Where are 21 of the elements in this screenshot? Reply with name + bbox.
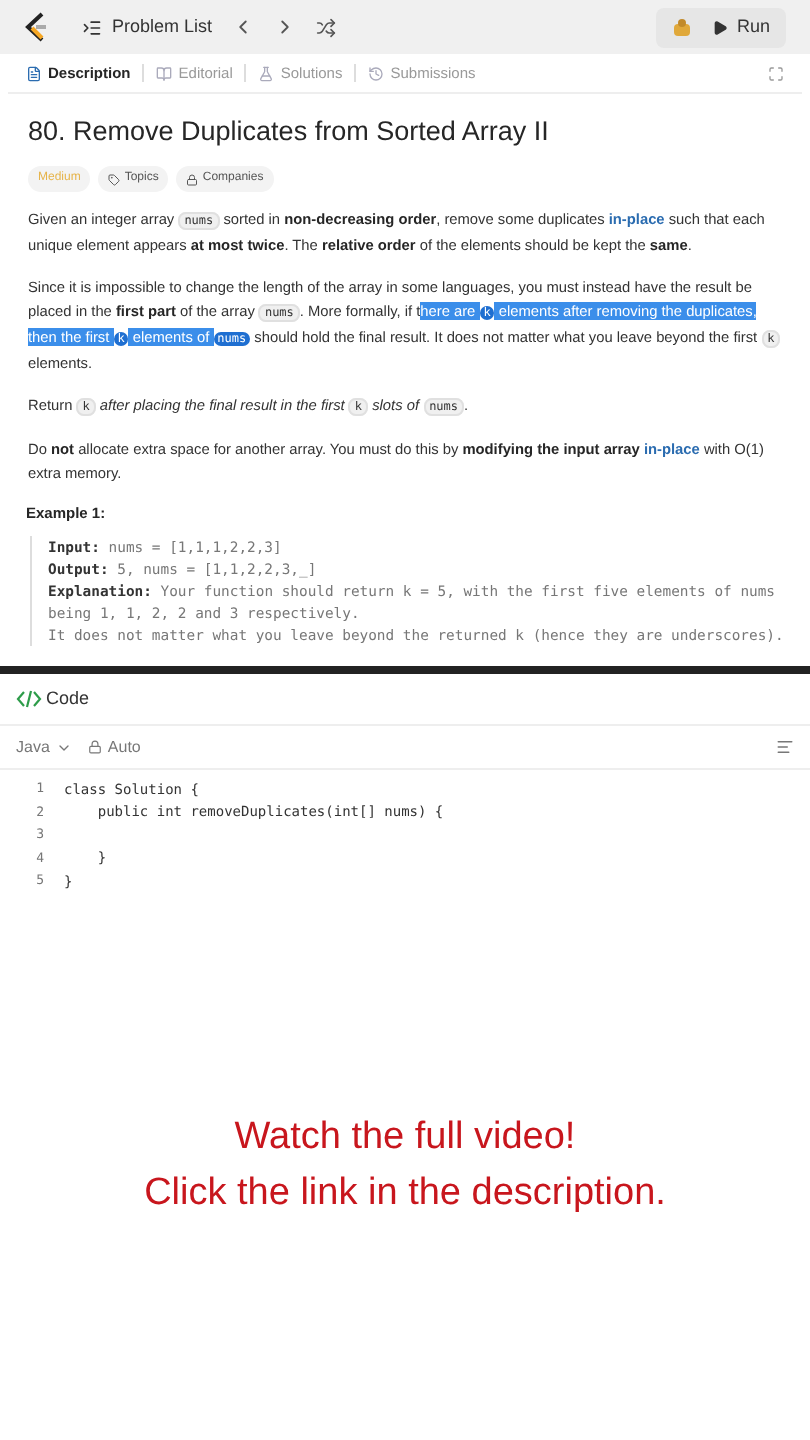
format-icon[interactable] — [776, 738, 794, 757]
tag-icon — [108, 173, 121, 185]
tab-icon — [258, 65, 275, 81]
tab-icon — [368, 65, 385, 81]
promo-caption: Click the link in the description. — [144, 1169, 666, 1218]
shuffle-icon[interactable] — [316, 17, 337, 37]
lock-icon — [87, 740, 102, 755]
promo-caption: Watch the full video! — [234, 1113, 576, 1162]
auto-mode: Auto — [87, 735, 141, 760]
list-icon — [82, 17, 102, 37]
language-dropdown[interactable]: Java — [16, 735, 72, 760]
run-button[interactable]: Run — [712, 13, 770, 41]
problem-list-button[interactable]: Problem List — [82, 13, 213, 41]
logo-icon[interactable] — [24, 12, 50, 42]
code-icon — [16, 690, 42, 709]
lock-icon — [186, 173, 199, 185]
play-icon — [712, 19, 729, 35]
tab-icon — [156, 65, 173, 81]
code-panel-title: Code — [46, 686, 90, 712]
tab-icon — [26, 65, 42, 81]
problem-title: 80. Remove Duplicates from Sorted Array II — [28, 114, 551, 150]
